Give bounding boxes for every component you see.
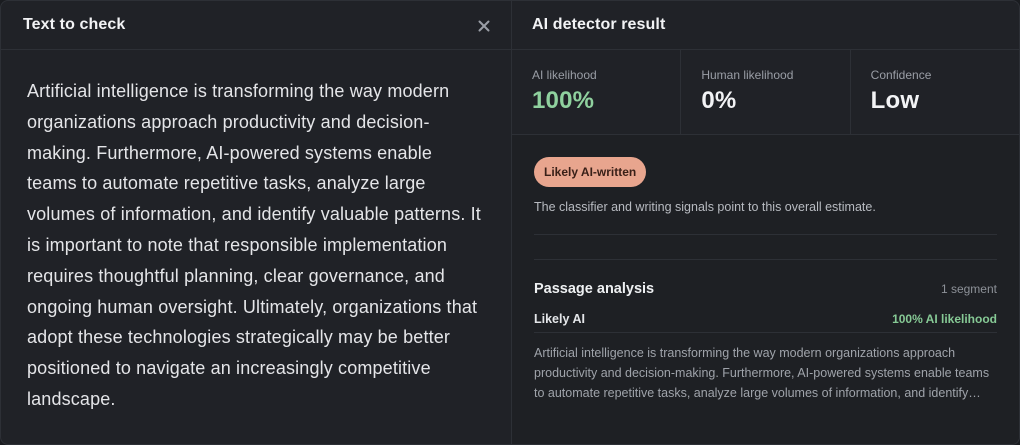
segment-header: Likely AI 100% AI likelihood bbox=[534, 312, 997, 333]
divider bbox=[534, 234, 997, 235]
input-text[interactable]: Artificial intelligence is transforming … bbox=[1, 50, 511, 415]
verdict-badge: Likely AI-written bbox=[534, 157, 647, 187]
text-to-check-panel: Text to check Artificial intelligence is… bbox=[1, 1, 512, 444]
ai-detector-result-panel: AI detector result AI likelihood 100% Hu… bbox=[512, 1, 1019, 444]
app-window: Text to check Artificial intelligence is… bbox=[0, 0, 1020, 445]
divider bbox=[534, 259, 997, 260]
stat-ai-likelihood: AI likelihood 100% bbox=[512, 50, 682, 134]
segment-text: Artificial intelligence is transforming … bbox=[534, 346, 990, 400]
stats-row: AI likelihood 100% Human likelihood 0% C… bbox=[512, 50, 1019, 135]
segment-label: Likely AI bbox=[534, 312, 585, 326]
text-panel-title: Text to check bbox=[23, 16, 126, 33]
close-icon bbox=[478, 20, 490, 32]
segment-count: 1 segment bbox=[940, 282, 997, 296]
stat-value: 100% bbox=[532, 87, 595, 114]
stat-label: Human likelihood bbox=[701, 68, 794, 82]
passage-analysis-title: Passage analysis bbox=[534, 281, 655, 297]
close-button[interactable] bbox=[475, 17, 493, 35]
stat-value: 0% bbox=[701, 87, 737, 114]
stat-value: Low bbox=[870, 87, 920, 114]
result-panel-title: AI detector result bbox=[532, 16, 666, 33]
verdict-summary: The classifier and writing signals point… bbox=[534, 200, 876, 214]
stat-confidence: Confidence Low bbox=[851, 50, 1019, 134]
segment-likelihood: 100% AI likelihood bbox=[892, 312, 997, 326]
stat-label: AI likelihood bbox=[532, 68, 597, 82]
passage-analysis-header: Passage analysis 1 segment bbox=[534, 281, 997, 297]
stat-label: Confidence bbox=[870, 68, 932, 82]
stat-human-likelihood: Human likelihood 0% bbox=[681, 50, 851, 134]
text-panel-header: Text to check bbox=[1, 1, 511, 50]
result-panel-header: AI detector result bbox=[512, 1, 1019, 50]
result-details: Likely AI-written The classifier and wri… bbox=[512, 135, 1019, 444]
